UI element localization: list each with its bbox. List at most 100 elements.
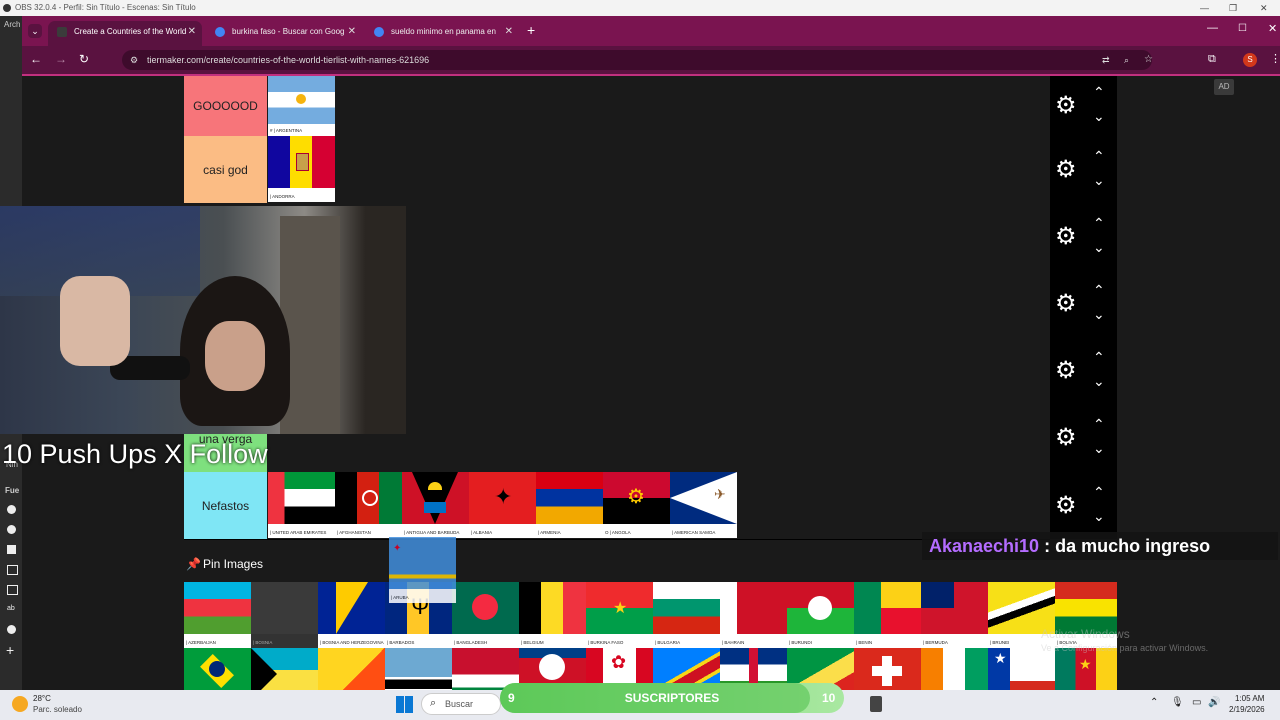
new-tab-button[interactable]: + [527, 22, 535, 38]
flag-armenia[interactable]: | ARMENIA [536, 472, 603, 538]
move-tier-down-icon[interactable]: ⌄ [1093, 440, 1105, 457]
flag-bosnia[interactable]: | BOSNIA [251, 582, 318, 648]
flag-burundi[interactable]: | BURUNDI [787, 582, 854, 648]
extensions-icon[interactable]: ⧉ [1208, 53, 1216, 66]
flag-ivory-coast[interactable] [921, 648, 988, 690]
flag-botswana[interactable] [385, 648, 452, 690]
tier-settings-gear-icon[interactable]: ⚙ [1055, 357, 1077, 384]
window-source-icon[interactable] [7, 565, 18, 575]
network-icon[interactable]: ▭ [1192, 697, 1201, 708]
weather-icon[interactable] [12, 696, 28, 712]
move-tier-down-icon[interactable]: ⌄ [1093, 306, 1105, 323]
back-icon[interactable]: ← [30, 52, 42, 66]
flag-bermuda[interactable]: | BERMUDA [921, 582, 988, 648]
address-bar[interactable]: ⚙ tiermaker.com/create/countries-of-the-… [122, 50, 1153, 70]
microphone-icon[interactable]: 🎙 [1171, 697, 1184, 708]
pin-images-label[interactable]: Pin Images [203, 557, 263, 571]
flag-burkina-faso[interactable]: ★ | BURKINA FASO [586, 582, 653, 648]
close-icon[interactable]: ✕ [1260, 0, 1268, 16]
tier-settings-gear-icon[interactable]: ⚙ [1055, 93, 1077, 119]
windows-start-icon[interactable] [396, 696, 413, 713]
obs-menu-label[interactable]: Arch [4, 20, 20, 29]
window-source-icon[interactable] [7, 585, 18, 595]
reload-icon[interactable]: ↻ [79, 52, 89, 66]
flag-argentina[interactable]: # | ARGENTINA [268, 76, 335, 136]
volume-icon[interactable]: 🔊 [1208, 697, 1220, 708]
taskbar-search[interactable]: ⌕ Buscar [421, 693, 501, 715]
tier-label[interactable]: Nefastos [184, 472, 267, 539]
flag-brazil[interactable] [184, 648, 251, 690]
tab-search-icon[interactable]: ⌄ [28, 24, 42, 38]
flag-antigua-and-barbuda[interactable]: | ANTIGUA AND BARBUDA [402, 472, 469, 538]
move-tier-up-icon[interactable]: ⌃ [1093, 416, 1105, 433]
zoom-icon[interactable]: ⌕ [1124, 50, 1129, 70]
flag-bahamas[interactable] [251, 648, 318, 690]
site-info-icon[interactable]: ⚙ [130, 50, 138, 70]
source-icon[interactable] [7, 505, 16, 514]
flag-aruba-dragging[interactable]: ✦ | ARUBA [389, 537, 456, 603]
maximize-icon[interactable]: ☐ [1238, 23, 1247, 34]
flag-chile[interactable]: ★ [988, 648, 1055, 690]
tier-settings-gear-icon[interactable]: ⚙ [1055, 156, 1077, 183]
flag-afghanistan[interactable]: | AFGHANISTAN [335, 472, 402, 538]
profile-avatar[interactable]: S [1243, 53, 1257, 67]
move-tier-up-icon[interactable]: ⌃ [1093, 84, 1105, 101]
close-tab-icon[interactable]: ✕ [505, 21, 513, 43]
chat-message: Akanaechi10 : da mucho ingreso [922, 532, 1278, 560]
move-tier-up-icon[interactable]: ⌃ [1093, 215, 1105, 232]
source-icon[interactable] [7, 525, 16, 534]
flag-switzerland[interactable] [854, 648, 921, 690]
flag-benin[interactable]: | BENIN [854, 582, 921, 648]
add-source-icon[interactable]: + [6, 642, 14, 658]
tier-settings-gear-icon[interactable]: ⚙ [1055, 425, 1077, 451]
flag-american-samoa[interactable]: ✈ | AMERICAN SAMOA [670, 472, 737, 538]
move-tier-up-icon[interactable]: ⌃ [1093, 349, 1105, 366]
close-tab-icon[interactable]: ✕ [348, 21, 356, 43]
flag-bangladesh[interactable]: | BANGLADESH [452, 582, 519, 648]
clock-time[interactable]: 1:05 AM [1235, 694, 1264, 703]
flag-bahrain[interactable]: | BAHRAIN [720, 582, 787, 648]
tier-label[interactable]: casi god [184, 136, 267, 203]
minimize-icon[interactable]: — [1200, 0, 1209, 16]
tier-settings-gear-icon[interactable]: ⚙ [1055, 492, 1077, 519]
tab-sueldo-minimo[interactable]: sueldo minimo en panama en ✕ [365, 21, 519, 46]
close-tab-icon[interactable]: ✕ [188, 21, 196, 43]
flag-belgium[interactable]: | BELGIUM [519, 582, 586, 648]
move-tier-down-icon[interactable]: ⌄ [1093, 373, 1105, 390]
show-hidden-icons-icon[interactable]: ⌃ [1150, 697, 1158, 708]
tab-tiermaker[interactable]: Create a Countries of the World ✕ [48, 21, 202, 46]
tab-burkina-faso[interactable]: burkina faso - Buscar con Goog ✕ [206, 21, 362, 46]
translate-icon[interactable]: ⇄ [1102, 50, 1110, 70]
tier-settings-gear-icon[interactable]: ⚙ [1055, 223, 1077, 250]
tier-settings-gear-icon[interactable]: ⚙ [1055, 290, 1077, 317]
flag-bulgaria[interactable]: | BULGARIA [653, 582, 720, 648]
flag-bhutan[interactable] [318, 648, 385, 690]
camera-source-icon[interactable] [7, 545, 16, 554]
close-window-icon[interactable]: ✕ [1268, 22, 1277, 35]
maximize-icon[interactable]: ❐ [1229, 0, 1237, 16]
minimize-icon[interactable]: — [1207, 22, 1218, 34]
move-tier-up-icon[interactable]: ⌃ [1093, 484, 1105, 501]
bookmark-star-icon[interactable]: ☆ [1144, 50, 1153, 70]
flag-azerbaijan[interactable]: | AZERBAIJAN [184, 582, 251, 648]
browser-source-icon[interactable] [7, 625, 16, 634]
move-tier-up-icon[interactable]: ⌃ [1093, 148, 1105, 165]
flag-bosnia-and-herzegovina[interactable]: | BOSNIA AND HERZEGOVINA [318, 582, 385, 648]
move-tier-down-icon[interactable]: ⌄ [1093, 172, 1105, 189]
tier-label[interactable]: GOOOOOD [184, 76, 267, 136]
triangle-shape [412, 472, 458, 524]
move-tier-up-icon[interactable]: ⌃ [1093, 282, 1105, 299]
move-tier-down-icon[interactable]: ⌄ [1093, 108, 1105, 125]
move-tier-down-icon[interactable]: ⌄ [1093, 239, 1105, 256]
flag-cameroon[interactable]: ★ [1055, 648, 1117, 690]
flag-andorra[interactable]: | ANDORRA [268, 136, 335, 202]
calculator-icon[interactable] [870, 696, 882, 712]
text-source-icon[interactable]: ab [7, 605, 15, 612]
flag-albania[interactable]: ✦ | ALBANIA [469, 472, 536, 538]
flag-angola[interactable]: ⚙ O | ANGOLA [603, 472, 670, 538]
move-tier-down-icon[interactable]: ⌄ [1093, 508, 1105, 525]
flag-united-arab-emirates[interactable]: | UNITED ARAB EMIRATES [268, 472, 335, 538]
clock-date[interactable]: 2/19/2026 [1229, 705, 1265, 714]
menu-icon[interactable]: ⋮ [1270, 52, 1280, 65]
forward-icon[interactable]: → [55, 52, 67, 66]
